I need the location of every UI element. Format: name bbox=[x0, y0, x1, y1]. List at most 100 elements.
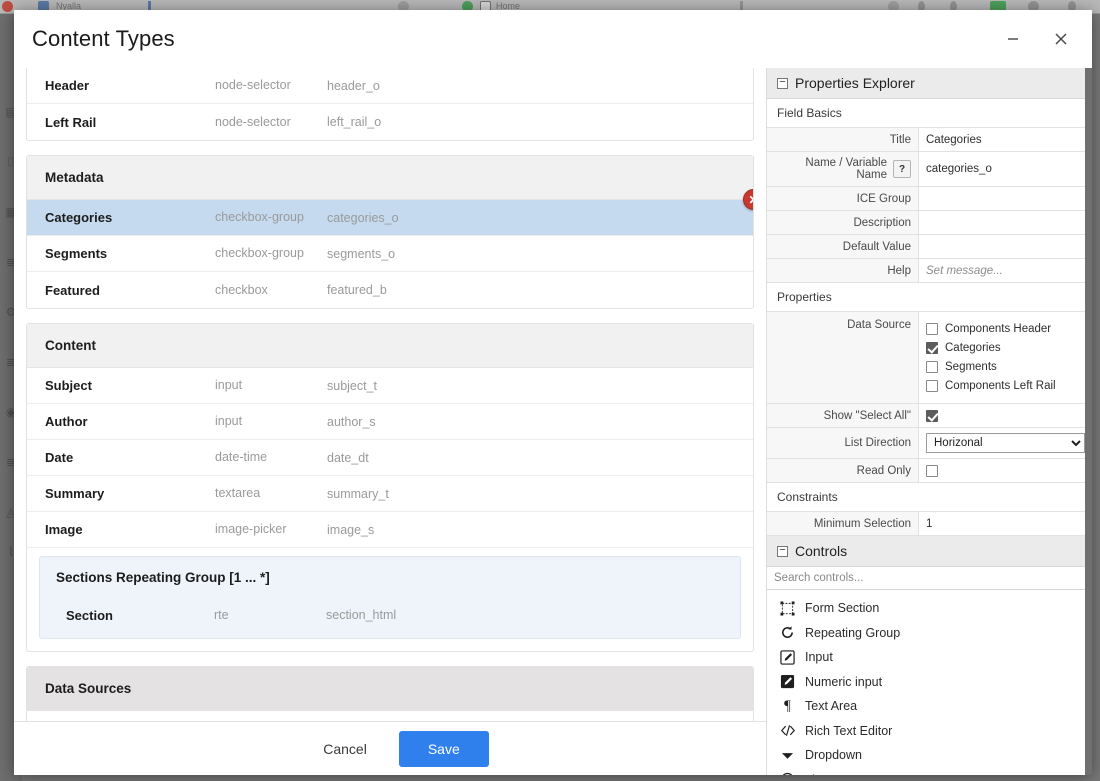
property-row-list-direction[interactable]: List Direction Horizonal Vertical bbox=[767, 428, 1092, 459]
field-variable: categories_o bbox=[327, 210, 399, 225]
option-label: Components Header bbox=[945, 323, 1052, 335]
minimize-button[interactable] bbox=[994, 20, 1032, 58]
definition-card-content: Content Subject input subject_t Author i… bbox=[26, 323, 754, 652]
vertical-scrollbar[interactable] bbox=[1085, 68, 1092, 775]
field-label: Summary bbox=[45, 486, 105, 501]
field-label: Author bbox=[45, 414, 88, 429]
collapse-minus-icon[interactable] bbox=[777, 545, 788, 557]
table-row[interactable]: Date date-time date_dt bbox=[27, 440, 753, 476]
table-row[interactable]: Subject input subject_t bbox=[27, 368, 753, 404]
field-variable: featured_b bbox=[327, 283, 387, 297]
property-value[interactable]: Horizonal Vertical bbox=[919, 428, 1092, 458]
property-row-show-select-all[interactable]: Show "Select All" bbox=[767, 404, 1092, 428]
repeating-group-sections[interactable]: Sections Repeating Group [1 ... *] Secti… bbox=[39, 556, 741, 639]
property-row-data-source[interactable]: Data Source Components Header Categories bbox=[767, 312, 1092, 404]
checkbox-icon[interactable] bbox=[926, 323, 938, 335]
property-row-ice-group[interactable]: ICE Group bbox=[767, 187, 1092, 211]
property-value[interactable]: 1 bbox=[919, 512, 1092, 535]
cancel-button[interactable]: Cancel bbox=[305, 732, 385, 766]
field-label: Featured bbox=[45, 282, 100, 298]
property-value[interactable] bbox=[919, 459, 1092, 482]
controls-list[interactable]: Form Section Repeating Group Input Numer… bbox=[767, 590, 1092, 775]
property-row-minimum-selection[interactable]: Minimum Selection 1 bbox=[767, 512, 1092, 536]
table-row[interactable]: Left Rail node-selector left_rail_o bbox=[27, 104, 753, 140]
field-type: node-selector bbox=[215, 78, 291, 93]
definition-card-metadata: Metadata Categories checkbox-group categ… bbox=[26, 155, 754, 309]
property-row-description[interactable]: Description bbox=[767, 211, 1092, 235]
definition-card-partial: Header node-selector header_o Left Rail … bbox=[26, 68, 754, 141]
control-item-time[interactable]: Time bbox=[767, 768, 1092, 775]
section-title: Data Sources bbox=[27, 666, 753, 711]
option-label: Segments bbox=[945, 361, 997, 373]
help-icon[interactable]: ? bbox=[893, 160, 911, 178]
table-row[interactable]: Header node-selector header_o bbox=[27, 68, 753, 104]
property-value[interactable]: Categories bbox=[919, 128, 1092, 151]
search-controls-input[interactable] bbox=[767, 567, 1092, 590]
table-row[interactable]: Categories checkbox-group categories_o ✕ bbox=[27, 189, 753, 236]
data-source-option-components-header[interactable]: Components Header bbox=[926, 321, 1056, 337]
property-value[interactable] bbox=[919, 404, 1092, 427]
control-item-dropdown[interactable]: Dropdown bbox=[767, 743, 1092, 768]
data-source-option-segments[interactable]: Segments bbox=[926, 359, 1056, 375]
data-source-option-components-left-rail[interactable]: Components Left Rail bbox=[926, 378, 1056, 394]
property-label: Description bbox=[767, 211, 919, 234]
property-value[interactable] bbox=[919, 235, 1092, 258]
minimize-icon bbox=[1008, 38, 1018, 40]
control-item-form-section[interactable]: Form Section bbox=[767, 596, 1092, 621]
delete-field-button[interactable]: ✕ bbox=[743, 189, 753, 210]
field-variable: section_html bbox=[326, 608, 397, 623]
property-label: Minimum Selection bbox=[767, 512, 919, 535]
field-label: Categories bbox=[45, 210, 113, 225]
control-item-input[interactable]: Input bbox=[767, 645, 1092, 670]
checkbox-checked-icon[interactable] bbox=[926, 342, 938, 354]
property-row-help[interactable]: Help Set message... bbox=[767, 259, 1092, 283]
property-value[interactable]: categories_o bbox=[919, 152, 1092, 186]
definition-scroll-region[interactable]: Header node-selector header_o Left Rail … bbox=[26, 68, 754, 775]
table-row[interactable]: Summary textarea summary_t bbox=[27, 476, 753, 512]
field-type: input bbox=[215, 378, 243, 393]
property-row-name-variable-name[interactable]: Name / Variable Name ? categories_o bbox=[767, 152, 1092, 187]
control-item-numeric-input[interactable]: Numeric input bbox=[767, 670, 1092, 695]
checkbox-icon[interactable] bbox=[926, 361, 938, 373]
table-row[interactable]: Segments checkbox-group segments_o bbox=[27, 236, 753, 272]
save-button[interactable]: Save bbox=[398, 730, 489, 767]
code-tags-icon bbox=[779, 722, 796, 739]
control-item-rich-text-editor[interactable]: Rich Text Editor bbox=[767, 719, 1092, 744]
close-icon bbox=[1055, 33, 1067, 45]
control-label: Form Section bbox=[805, 601, 880, 616]
control-label: Input bbox=[805, 650, 833, 665]
field-variable: header_o bbox=[327, 78, 380, 93]
data-source-option-categories[interactable]: Categories bbox=[926, 340, 1056, 356]
property-value[interactable] bbox=[919, 187, 1092, 210]
controls-header[interactable]: Controls bbox=[767, 536, 1092, 567]
control-item-text-area[interactable]: ¶ Text Area bbox=[767, 694, 1092, 719]
field-label: Date bbox=[45, 450, 74, 465]
table-row[interactable]: Featured checkbox featured_b bbox=[27, 272, 753, 308]
control-item-repeating-group[interactable]: Repeating Group bbox=[767, 621, 1092, 646]
checkbox-checked-icon[interactable] bbox=[926, 409, 938, 422]
pencil-box-filled-icon bbox=[779, 673, 796, 690]
checkbox-icon[interactable] bbox=[926, 464, 938, 477]
property-row-read-only[interactable]: Read Only bbox=[767, 459, 1092, 483]
table-row[interactable]: Image image-picker image_s bbox=[27, 512, 753, 548]
field-type: image-picker bbox=[215, 522, 287, 537]
table-row[interactable]: Author input author_s bbox=[27, 404, 753, 440]
property-value[interactable]: Set message... bbox=[919, 259, 1092, 282]
properties-explorer-pane[interactable]: Properties Explorer Field Basics Title C… bbox=[766, 68, 1092, 775]
table-row[interactable]: Section rte section_html bbox=[40, 598, 740, 638]
control-label: Time bbox=[805, 773, 832, 775]
property-value[interactable] bbox=[919, 211, 1092, 234]
content-type-definition-pane[interactable]: Header node-selector header_o Left Rail … bbox=[14, 68, 766, 775]
property-label: Read Only bbox=[767, 459, 919, 482]
close-button[interactable] bbox=[1042, 20, 1080, 58]
data-source-options[interactable]: Components Header Categories Segments Co… bbox=[919, 312, 1092, 403]
property-label: Show "Select All" bbox=[767, 404, 919, 427]
property-row-default-value[interactable]: Default Value bbox=[767, 235, 1092, 259]
properties-explorer-header[interactable]: Properties Explorer bbox=[767, 68, 1092, 99]
list-direction-select[interactable]: Horizonal Vertical bbox=[926, 433, 1085, 453]
collapse-minus-icon[interactable] bbox=[777, 77, 788, 89]
checkbox-icon[interactable] bbox=[926, 380, 938, 392]
property-row-title[interactable]: Title Categories bbox=[767, 128, 1092, 152]
controls-title: Controls bbox=[795, 543, 848, 559]
page-title: Content Types bbox=[32, 26, 175, 51]
